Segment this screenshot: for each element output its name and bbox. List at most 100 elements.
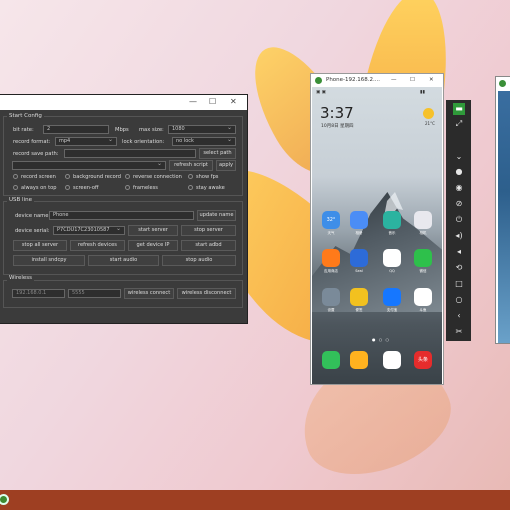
close-button[interactable]: ✕ bbox=[429, 74, 434, 87]
wireless-disconnect-button[interactable]: wireless disconnect bbox=[177, 288, 236, 299]
weather-temp: 21°C bbox=[425, 121, 435, 126]
usb-line-title: USB line bbox=[7, 197, 34, 203]
weather-sun-icon bbox=[423, 108, 434, 119]
app-label: QQ bbox=[389, 269, 395, 273]
back-icon[interactable]: ‹ bbox=[453, 310, 465, 322]
app-label: 微信 bbox=[419, 269, 427, 273]
start-audio-button[interactable]: start audio bbox=[88, 255, 159, 266]
screenshot-icon[interactable]: ✂ bbox=[453, 326, 465, 338]
ip-input[interactable]: 192.168.0.1 bbox=[12, 289, 65, 298]
stop-server-button[interactable]: stop server bbox=[181, 225, 236, 236]
config-title-bar[interactable]: — ☐ ✕ bbox=[0, 95, 247, 110]
second-phone-screen[interactable] bbox=[498, 91, 510, 343]
chevron-down-icon[interactable]: ⌄ bbox=[453, 151, 465, 163]
max-size-label: max size: bbox=[139, 127, 164, 133]
bit-rate-input[interactable]: 2 bbox=[43, 125, 109, 134]
always-on-top-label: always on top bbox=[21, 185, 57, 191]
circle-outline-icon[interactable]: ○ bbox=[453, 294, 465, 306]
news-icon[interactable]: 头条 bbox=[414, 351, 432, 369]
screen-off-label: screen-off bbox=[73, 185, 99, 191]
reverse-connection-checkbox[interactable]: reverse connection bbox=[125, 173, 182, 181]
minimize-button[interactable]: — bbox=[391, 74, 397, 87]
refresh-devices-button[interactable]: refresh devices bbox=[70, 240, 125, 251]
select-path-button[interactable]: select path bbox=[199, 148, 236, 159]
record-screen-checkbox[interactable]: record screen bbox=[13, 173, 56, 181]
volume-up-icon[interactable]: ◂) bbox=[453, 230, 465, 242]
minimize-button[interactable]: — bbox=[189, 96, 197, 108]
install-sndcpy-button[interactable]: install sndcpy bbox=[13, 255, 85, 266]
square-icon[interactable]: □ bbox=[453, 278, 465, 290]
circle-icon[interactable]: ● bbox=[453, 166, 465, 178]
config-window: — ☐ ✕ Start Config bit rate: 2 Mbps max … bbox=[0, 94, 248, 324]
status-bar-right: ▮▮ bbox=[420, 90, 425, 95]
app-icon[interactable] bbox=[414, 288, 432, 306]
screen-off-checkbox[interactable]: screen-off bbox=[65, 184, 99, 192]
maximize-button[interactable]: ☐ bbox=[209, 96, 216, 108]
refresh-script-button[interactable]: refresh script bbox=[169, 160, 213, 171]
record-format-label: record format: bbox=[13, 139, 51, 145]
power-icon[interactable]: ⏻ bbox=[453, 214, 465, 226]
taskbar bbox=[0, 490, 510, 510]
app-icon[interactable]: 32° bbox=[322, 211, 340, 229]
record-format-select[interactable]: mp4 bbox=[55, 137, 117, 146]
update-name-button[interactable]: update name bbox=[197, 210, 236, 221]
stop-all-server-button[interactable]: stop all server bbox=[13, 240, 67, 251]
app-icon[interactable] bbox=[350, 211, 368, 229]
wireless-connect-button[interactable]: wireless connect bbox=[124, 288, 174, 299]
lock-orientation-label: lock orientation: bbox=[122, 139, 165, 145]
app-icon[interactable] bbox=[414, 249, 432, 267]
bit-rate-label: bit rate: bbox=[13, 127, 34, 133]
app-icon[interactable] bbox=[414, 211, 432, 229]
max-size-select[interactable]: 1080 bbox=[168, 125, 236, 134]
app-icon[interactable] bbox=[383, 288, 401, 306]
phone-icon[interactable] bbox=[322, 351, 340, 369]
app-icon[interactable] bbox=[383, 211, 401, 229]
maximize-button[interactable]: ☐ bbox=[410, 74, 415, 87]
frameless-checkbox[interactable]: frameless bbox=[125, 184, 158, 192]
second-phone-window[interactable] bbox=[495, 76, 510, 344]
record-save-path-input[interactable] bbox=[64, 149, 196, 158]
stop-audio-button[interactable]: stop audio bbox=[162, 255, 236, 266]
status-bar-left: ▣ ▣ bbox=[316, 90, 326, 95]
rotate-icon[interactable]: ⟲ bbox=[453, 262, 465, 274]
lockscreen-clock: 3:37 bbox=[320, 104, 354, 122]
start-config-title: Start Config bbox=[7, 113, 44, 119]
start-server-button[interactable]: start server bbox=[128, 225, 178, 236]
chrome-icon[interactable] bbox=[383, 351, 401, 369]
fullscreen-icon[interactable]: ⤢ bbox=[453, 118, 465, 130]
app-label: 设置 bbox=[327, 308, 335, 312]
app-icon[interactable] bbox=[383, 249, 401, 267]
phone-screen[interactable]: ▣ ▣ ▮▮ 3:37 10月8日 星期四 21°C 32° 天气 相册 音乐 相机 应用… bbox=[312, 87, 442, 384]
start-adbd-button[interactable]: start adbd bbox=[181, 240, 236, 251]
app-label: 音乐 bbox=[388, 231, 396, 235]
bit-rate-unit: Mbps bbox=[115, 127, 129, 133]
script-select[interactable] bbox=[12, 161, 166, 170]
always-on-top-checkbox[interactable]: always on top bbox=[13, 184, 56, 192]
app-icon[interactable] bbox=[350, 249, 368, 267]
app-icon[interactable] bbox=[322, 288, 340, 306]
lock-orientation-select[interactable]: no lock bbox=[172, 137, 236, 146]
stay-awake-checkbox[interactable]: stay awake bbox=[188, 184, 225, 192]
volume-down-icon[interactable]: ◂ bbox=[453, 246, 465, 258]
port-input[interactable]: 5555 bbox=[68, 289, 121, 298]
background-record-label: background record bbox=[73, 174, 122, 180]
get-device-ip-button[interactable]: get device IP bbox=[128, 240, 178, 251]
app-label: 天气 bbox=[327, 231, 335, 235]
device-serial-select[interactable]: P7CDU17C23010587 bbox=[53, 226, 125, 235]
eye-icon[interactable]: ◉ bbox=[453, 182, 465, 194]
device-serial-label: device serial: bbox=[15, 228, 50, 234]
eye-slash-icon[interactable]: ⊘ bbox=[453, 198, 465, 210]
app-icon[interactable] bbox=[322, 249, 340, 267]
notes-icon[interactable] bbox=[350, 351, 368, 369]
app-label: 相机 bbox=[419, 231, 427, 235]
app-switch-icon[interactable]: ▬ bbox=[453, 103, 465, 115]
app-icon[interactable] bbox=[350, 288, 368, 306]
show-fps-checkbox[interactable]: show fps bbox=[188, 173, 218, 181]
reverse-connection-label: reverse connection bbox=[133, 174, 182, 180]
frameless-label: frameless bbox=[133, 185, 158, 191]
device-name-input[interactable]: Phone bbox=[49, 211, 194, 220]
background-record-checkbox[interactable]: background record bbox=[65, 173, 121, 181]
apply-button[interactable]: apply bbox=[216, 160, 236, 171]
close-button[interactable]: ✕ bbox=[230, 96, 237, 108]
phone-title-bar[interactable]: Phone-192.168.2.... — ☐ ✕ bbox=[311, 74, 443, 87]
